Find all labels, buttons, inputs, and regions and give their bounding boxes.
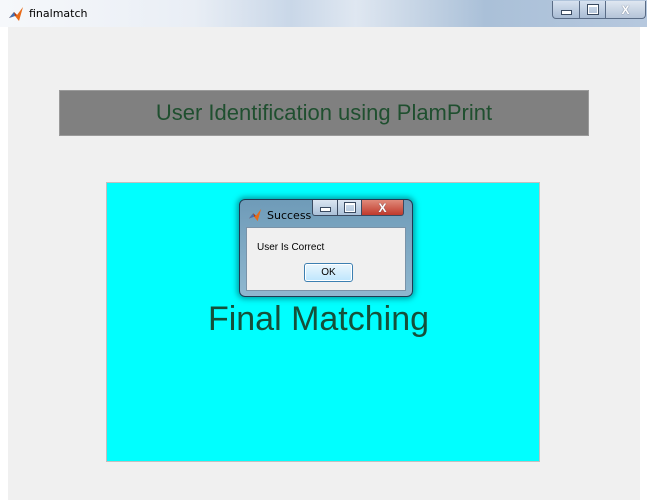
window-title: finalmatch: [29, 7, 88, 20]
heading-panel: User Identification using PlamPrint: [59, 90, 589, 136]
minimize-icon: [560, 10, 572, 15]
close-button[interactable]: X: [606, 1, 646, 19]
maximize-button[interactable]: [580, 1, 606, 19]
page-title: User Identification using PlamPrint: [155, 100, 493, 125]
matlab-icon: [248, 208, 262, 222]
dialog-body: User Is Correct OK: [246, 227, 406, 291]
final-matching-label: Final Matching: [207, 300, 430, 338]
minimize-icon: [319, 207, 331, 212]
ok-button[interactable]: OK: [304, 263, 353, 282]
finalmatch-window: finalmatch X User Identification using P…: [0, 0, 647, 500]
dialog-title: Success: [267, 209, 312, 222]
dialog-message: User Is Correct: [257, 242, 325, 253]
minimize-button[interactable]: [552, 1, 580, 19]
dialog-maximize-button[interactable]: [338, 200, 362, 216]
matlab-icon: [9, 7, 23, 21]
maximize-icon: [586, 4, 599, 15]
dialog-close-button[interactable]: X: [362, 200, 404, 216]
dialog-minimize-button[interactable]: [312, 200, 338, 216]
window-frame-right: [640, 27, 647, 500]
window-titlebar[interactable]: finalmatch X: [0, 0, 647, 27]
window-frame-left: [0, 27, 8, 500]
close-icon: X: [621, 2, 630, 17]
maximize-icon: [343, 202, 356, 213]
success-dialog[interactable]: Success X User Is Correct OK: [239, 199, 413, 297]
close-icon: X: [378, 200, 387, 215]
